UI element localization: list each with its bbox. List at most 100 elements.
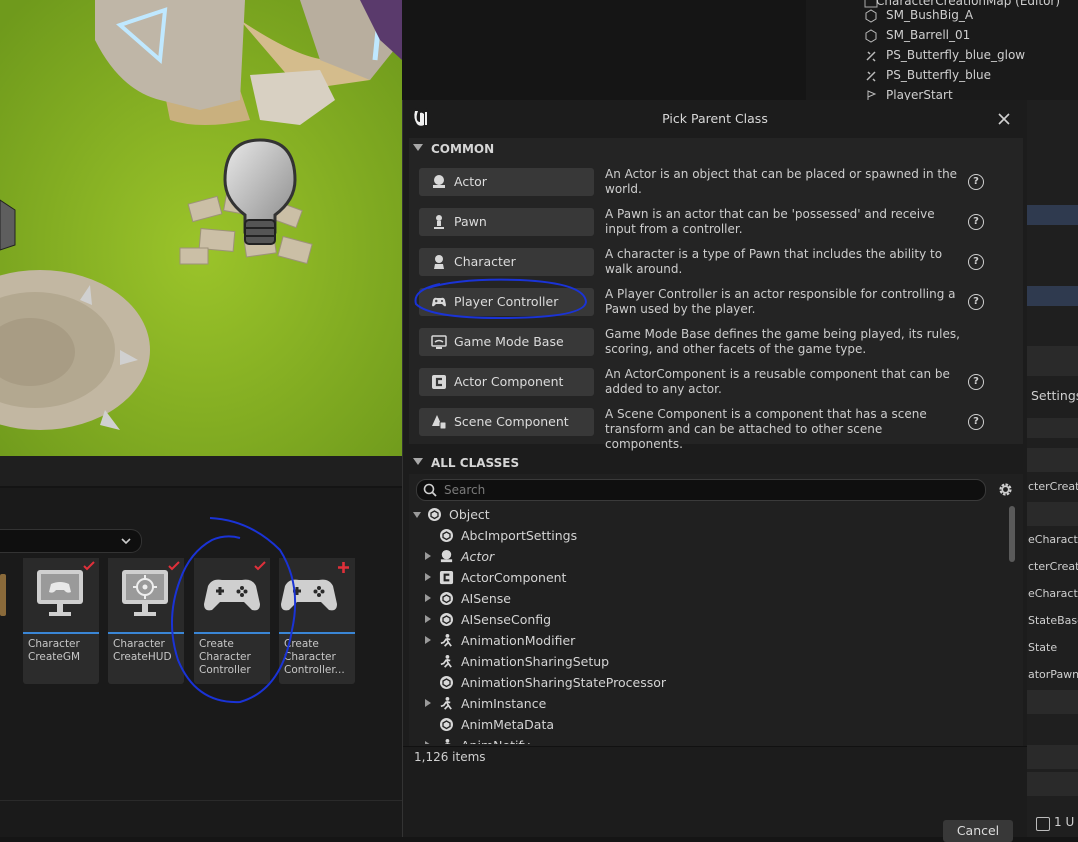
help-icon[interactable]: ? — [968, 254, 984, 270]
common-section-header[interactable]: COMMON — [409, 138, 1023, 160]
asset-tile[interactable]: Create Character Controller... — [279, 558, 355, 684]
settings-tab[interactable]: Settings — [1026, 386, 1078, 410]
outliner-item[interactable]: SM_BushBig_A — [806, 6, 1078, 26]
player-controller-button-label: Player Controller — [454, 294, 559, 309]
actor-button[interactable]: Actor — [419, 168, 594, 196]
pawn-button[interactable]: Pawn — [419, 208, 594, 236]
scene-component-description: A Scene Component is a component that ha… — [605, 407, 927, 451]
save-status-icon — [1036, 817, 1050, 831]
class-tree-row[interactable]: Actor — [409, 546, 1007, 567]
outliner-item[interactable]: PS_Butterfly_blue_glow — [806, 46, 1078, 66]
class-tree-row[interactable]: AnimNotify — [409, 735, 1007, 744]
class-tree-row[interactable]: AISense — [409, 588, 1007, 609]
class-tree-row[interactable]: AnimationSharingSetup — [409, 651, 1007, 672]
class-tree: Object AbcImportSettings Actor ActorCompone… — [409, 504, 1007, 744]
character-button[interactable]: Character — [419, 248, 594, 276]
actor-button-label: Actor — [454, 174, 487, 189]
animation-icon — [439, 738, 454, 744]
help-icon[interactable]: ? — [968, 414, 984, 430]
expand-arrow-icon[interactable] — [425, 594, 431, 602]
settings-tab-label: Settings — [1031, 388, 1078, 403]
details-row[interactable]: cterCreate — [1028, 555, 1078, 579]
class-tree-label: ActorComponent — [461, 570, 567, 585]
class-tree-label: Actor — [461, 549, 495, 564]
outliner-item[interactable]: PS_Butterfly_blue — [806, 66, 1078, 86]
gamepad-icon — [432, 297, 446, 307]
animation-icon — [439, 696, 454, 711]
asset-tile[interactable]: Character CreateHUD — [108, 558, 184, 684]
help-icon[interactable]: ? — [968, 374, 984, 390]
details-row[interactable]: eCharacter — [1028, 528, 1078, 552]
actor-component-button[interactable]: Actor Component — [419, 368, 594, 396]
class-tree-row[interactable]: AISenseConfig — [409, 609, 1007, 630]
details-row-label: cterCreate — [1028, 560, 1078, 573]
asset-type-bar — [279, 632, 355, 634]
details-row-label: eCharacter — [1028, 533, 1078, 546]
animation-icon — [439, 654, 454, 669]
cancel-button-label: Cancel — [956, 823, 1000, 838]
asset-label: Character CreateGM — [28, 638, 81, 663]
search-placeholder: Search — [444, 483, 486, 497]
folder-asset-edge[interactable] — [0, 574, 6, 616]
class-tree-row[interactable]: AnimInstance — [409, 693, 1007, 714]
class-search-input[interactable]: Search — [416, 479, 986, 501]
details-row[interactable]: eCharacter — [1028, 582, 1078, 606]
selection-count-label: 1 U — [1054, 815, 1075, 829]
details-row-label: eCharacter — [1028, 587, 1078, 600]
asset-label: Create Character Controller — [199, 638, 251, 676]
asset-tile[interactable]: Character CreateGM — [23, 558, 99, 684]
expand-arrow-icon[interactable] — [425, 741, 431, 744]
expand-arrow-icon[interactable] — [425, 552, 431, 560]
static-mesh-icon — [864, 29, 878, 43]
class-tree-row[interactable]: AnimationSharingStateProcessor — [409, 672, 1007, 693]
help-icon[interactable]: ? — [968, 214, 984, 230]
expanded-arrow-icon[interactable] — [413, 512, 421, 518]
help-icon[interactable]: ? — [968, 174, 984, 190]
class-tree-row[interactable]: AnimMetaData — [409, 714, 1007, 735]
class-tree-row[interactable]: AnimationModifier — [409, 630, 1007, 651]
checkmark-icon — [168, 561, 180, 571]
viewport-scene — [0, 0, 402, 456]
actor-description: An Actor is an object that can be placed… — [605, 167, 958, 196]
gear-icon[interactable] — [997, 481, 1014, 498]
item-count: 1,126 items — [414, 750, 486, 764]
class-object-icon — [439, 528, 454, 543]
outliner-item-label: SM_Barrell_01 — [886, 28, 971, 42]
class-tree-label: AnimationModifier — [461, 633, 576, 648]
player-controller-button[interactable]: Player Controller — [419, 288, 594, 316]
close-icon[interactable] — [997, 112, 1011, 126]
class-tree-row[interactable]: ActorComponent — [409, 567, 1007, 588]
class-row-scene-component: Scene Component A Scene Component is a c… — [419, 404, 1019, 451]
details-row[interactable]: State — [1028, 636, 1078, 660]
expand-arrow-icon[interactable] — [425, 615, 431, 623]
plus-icon — [338, 562, 349, 573]
outliner-item[interactable]: PlayerStart — [806, 86, 1078, 100]
filter-dropdown[interactable] — [0, 529, 142, 553]
details-row[interactable]: cterCreate — [1028, 475, 1078, 499]
scene-component-button[interactable]: Scene Component — [419, 408, 594, 436]
common-header-label: COMMON — [431, 142, 495, 156]
expand-arrow-icon[interactable] — [425, 636, 431, 644]
class-tree-label: AbcImportSettings — [461, 528, 578, 543]
expand-arrow-icon[interactable] — [425, 699, 431, 707]
asset-label: Create Character Controller... — [284, 638, 345, 676]
game-mode-base-button[interactable]: Game Mode Base — [419, 328, 594, 356]
class-tree-row[interactable]: AbcImportSettings — [409, 525, 1007, 546]
class-tree-label: AnimNotify — [461, 738, 530, 744]
details-row[interactable]: StateBase — [1028, 609, 1078, 633]
outliner-item[interactable]: SM_Barrell_01 — [806, 26, 1078, 46]
pawn-icon — [434, 215, 444, 229]
asset-tile[interactable]: Create Character Controller — [194, 558, 270, 684]
help-icon[interactable]: ? — [968, 294, 984, 310]
tree-scrollbar[interactable] — [1009, 506, 1015, 562]
divider — [0, 800, 402, 801]
class-object-icon — [439, 675, 454, 690]
cancel-button[interactable]: Cancel — [943, 820, 1013, 842]
class-row-actor-component: Actor Component An ActorComponent is a r… — [419, 364, 1019, 404]
expand-arrow-icon[interactable] — [425, 573, 431, 581]
details-row[interactable]: atorPawn — [1028, 663, 1078, 687]
all-classes-section-header[interactable]: ALL CLASSES — [409, 452, 1023, 474]
selected-row-highlight — [1026, 286, 1078, 306]
level-viewport[interactable] — [0, 0, 402, 456]
class-tree-row[interactable]: Object — [409, 504, 1007, 525]
